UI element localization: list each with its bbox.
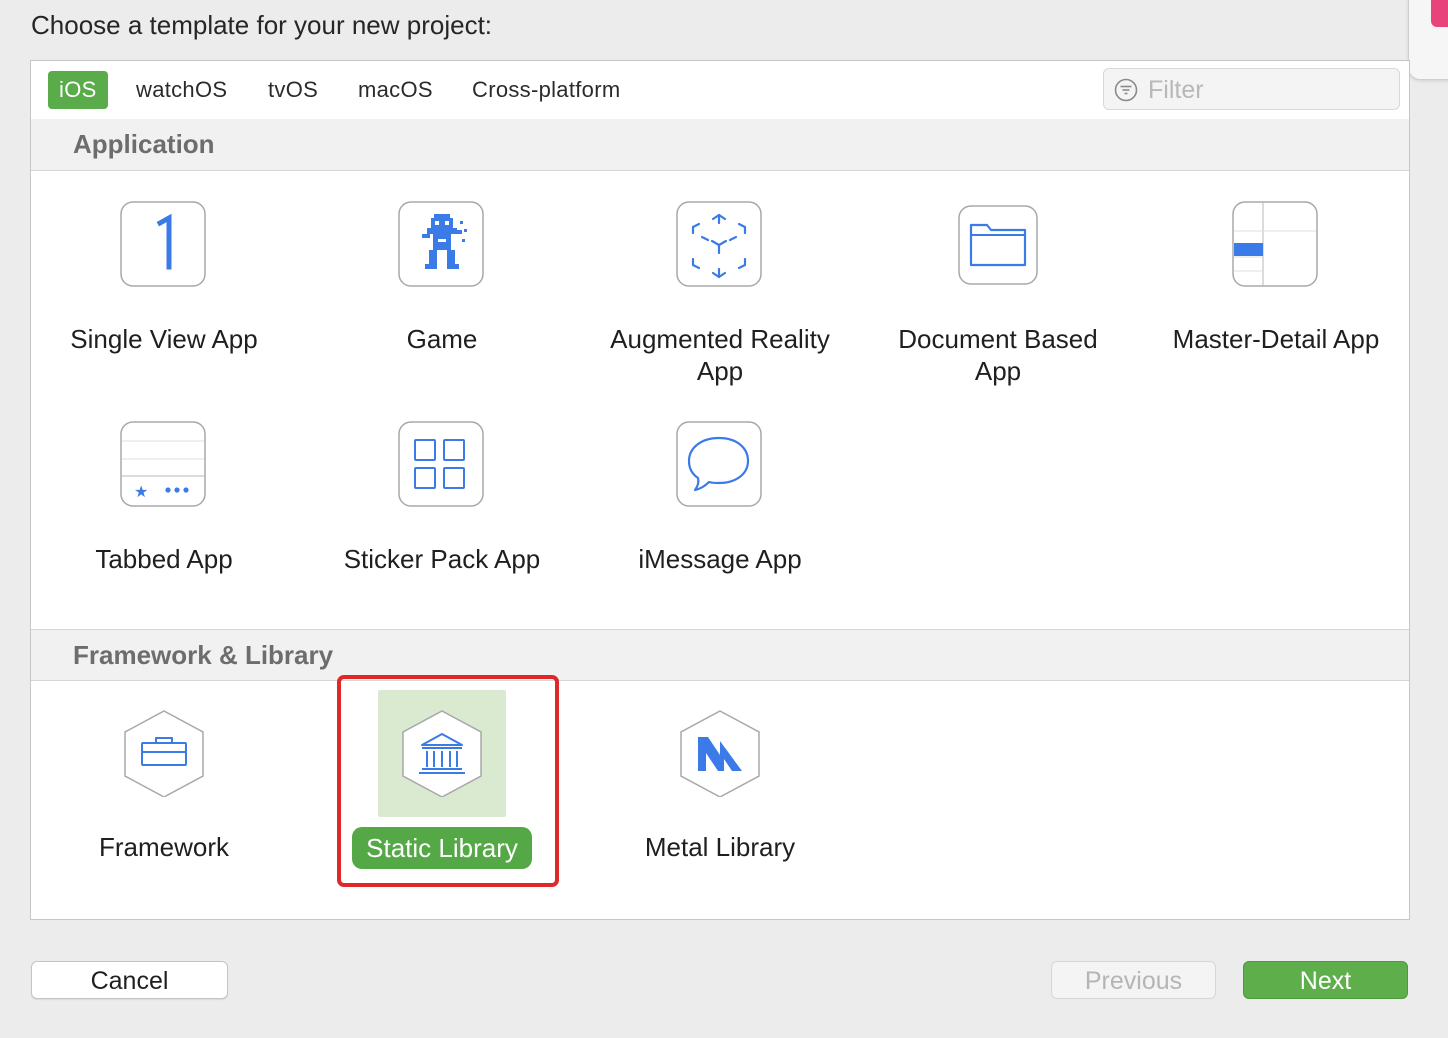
- template-chooser: iOS watchOS tvOS macOS Cross-platform Ap…: [30, 60, 1410, 920]
- master-detail-icon: [1232, 201, 1318, 287]
- svg-text:★: ★: [134, 482, 148, 501]
- tabbed-icon: ★: [120, 421, 206, 507]
- tab-watchos[interactable]: watchOS: [125, 71, 238, 109]
- platform-tab-bar: iOS watchOS tvOS macOS Cross-platform: [31, 61, 1409, 120]
- template-framework[interactable]: Framework: [34, 709, 294, 863]
- single-view-icon: [120, 201, 206, 287]
- section-header-application: Application: [31, 119, 1409, 171]
- template-game[interactable]: Game: [312, 201, 572, 355]
- template-label: Master-Detail App: [1172, 324, 1380, 354]
- folder-icon: [958, 205, 1038, 285]
- template-imessage-app[interactable]: iMessage App: [590, 421, 850, 575]
- template-tabbed-app[interactable]: ★ Tabbed App: [34, 421, 294, 575]
- filter-icon: [1114, 78, 1138, 102]
- toolbox-icon: [124, 710, 204, 797]
- cancel-button[interactable]: Cancel: [31, 961, 228, 999]
- template-label: Single View App: [70, 324, 258, 354]
- sticker-grid-icon: [398, 421, 484, 507]
- template-label: Tabbed App: [95, 544, 233, 574]
- template-label: Metal Library: [644, 832, 796, 862]
- app-corner-icon: [1431, 0, 1448, 27]
- filter-input[interactable]: [1146, 73, 1390, 107]
- template-label: Game: [406, 324, 478, 354]
- section-title-framework-library: Framework & Library: [73, 640, 334, 670]
- section-title-application: Application: [73, 129, 215, 159]
- template-sticker-pack-app[interactable]: Sticker Pack App: [312, 421, 572, 575]
- template-label: Sticker Pack App: [343, 544, 541, 574]
- previous-button[interactable]: Previous: [1051, 961, 1216, 999]
- tab-tvos[interactable]: tvOS: [257, 71, 329, 109]
- template-label: iMessage App: [638, 544, 802, 574]
- window-corner-card: [1408, 0, 1448, 80]
- speech-bubble-icon: [676, 421, 762, 507]
- template-single-view-app[interactable]: Single View App: [34, 201, 294, 355]
- ar-cube-icon: [676, 201, 762, 287]
- tab-cross-platform[interactable]: Cross-platform: [461, 71, 631, 109]
- tab-macos[interactable]: macOS: [347, 71, 444, 109]
- filter-field[interactable]: [1103, 68, 1400, 110]
- next-button[interactable]: Next: [1243, 961, 1408, 999]
- game-icon: [398, 201, 484, 287]
- template-label: Document Based App: [898, 324, 1098, 386]
- template-label: Augmented Reality App: [610, 324, 830, 386]
- template-document-based-app[interactable]: Document Based App: [868, 201, 1128, 387]
- selection-annotation-box: [337, 675, 559, 887]
- section-header-framework-library: Framework & Library: [31, 629, 1409, 681]
- template-metal-library[interactable]: Metal Library: [590, 709, 850, 863]
- template-label: Framework: [98, 832, 229, 862]
- metal-icon: [680, 710, 760, 797]
- tab-ios[interactable]: iOS: [48, 71, 108, 109]
- template-augmented-reality-app[interactable]: Augmented Reality App: [590, 201, 850, 387]
- template-master-detail-app[interactable]: Master-Detail App: [1146, 201, 1406, 355]
- dialog-heading: Choose a template for your new project:: [31, 10, 493, 40]
